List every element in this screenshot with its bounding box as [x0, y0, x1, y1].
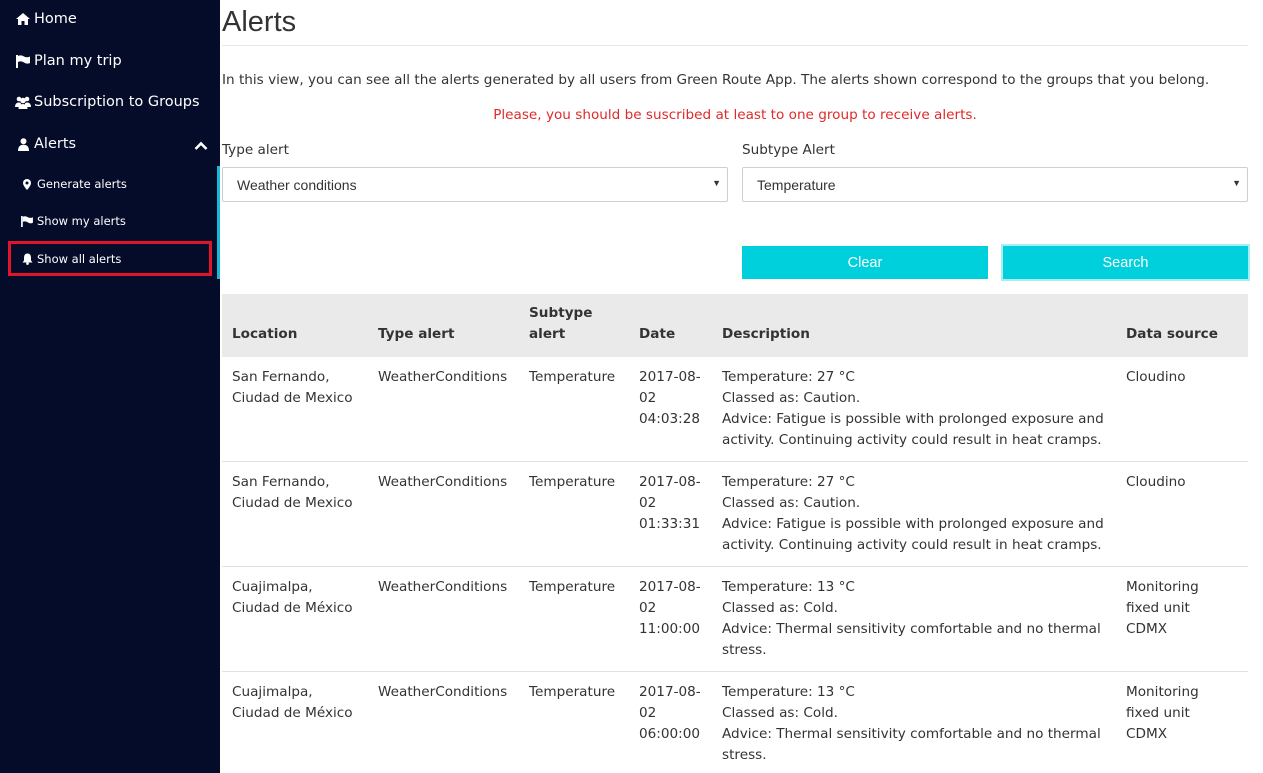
table-row: San Fernando, Ciudad de Mexico WeatherCon…	[222, 357, 1248, 462]
nav-generate-alerts-label: Generate alerts	[37, 177, 127, 191]
cell-source: Cloudino	[1126, 369, 1186, 385]
page-title: Alerts	[222, 6, 297, 38]
cell-date: 2017-08- 02 11:00:00	[639, 579, 701, 637]
cell-type: WeatherConditions	[378, 369, 508, 385]
title-divider	[222, 45, 1248, 46]
cell-type: WeatherConditions	[378, 684, 508, 700]
table-row: San Fernando, Ciudad de Mexico WeatherCon…	[222, 462, 1248, 567]
cell-subtype: Temperature	[529, 684, 616, 700]
nav-plan-trip-label: Plan my trip	[34, 53, 122, 69]
nav-alerts[interactable]: Alerts	[14, 136, 76, 152]
table-row: Cuajimalpa, Ciudad de México WeatherCondi…	[222, 567, 1248, 672]
nav-show-my-alerts[interactable]: Show my alerts	[20, 214, 126, 228]
nav-generate-alerts[interactable]: Generate alerts	[20, 177, 127, 191]
cell-date: 2017-08- 02 01:33:31	[639, 474, 701, 532]
active-item-highlight	[8, 241, 212, 276]
user-icon	[14, 137, 32, 151]
table-header: Location Type alert Subtype alert Date D…	[222, 294, 1248, 357]
cell-source: Monitoring fixed unit CDMX	[1126, 684, 1199, 742]
nav-plan-trip[interactable]: Plan my trip	[14, 53, 122, 69]
subtype-alert-select[interactable]: Temperature ▼	[742, 167, 1248, 202]
col-data-source: Data source	[1126, 326, 1218, 342]
cell-source: Monitoring fixed unit CDMX	[1126, 579, 1199, 637]
cell-subtype: Temperature	[529, 579, 616, 595]
caret-down-icon: ▼	[1232, 178, 1241, 188]
search-button[interactable]: Search	[1003, 246, 1248, 279]
subtype-alert-value: Temperature	[757, 176, 836, 193]
cell-location: Cuajimalpa, Ciudad de México	[232, 684, 353, 721]
chevron-up-icon[interactable]	[194, 136, 208, 155]
clear-button[interactable]: Clear	[742, 246, 988, 279]
intro-text: In this view, you can see all the alerts…	[222, 72, 1210, 88]
table-row: Cuajimalpa, Ciudad de México WeatherCondi…	[222, 672, 1248, 773]
cell-source: Cloudino	[1126, 474, 1186, 490]
nav-show-my-alerts-label: Show my alerts	[37, 214, 126, 228]
sidebar: Home Plan my trip Subscription to Groups…	[0, 0, 220, 773]
cell-subtype: Temperature	[529, 369, 616, 385]
nav-alerts-label: Alerts	[34, 136, 77, 152]
alerts-table: Location Type alert Subtype alert Date D…	[222, 294, 1248, 773]
col-type-alert: Type alert	[378, 326, 455, 342]
nav-home[interactable]: Home	[14, 11, 77, 27]
cell-date: 2017-08- 02 04:03:28	[639, 369, 701, 427]
cell-location: Cuajimalpa, Ciudad de México	[232, 579, 353, 616]
cell-description: Temperature: 27 °C Classed as: Caution. Ad…	[722, 369, 1104, 448]
cell-location: San Fernando, Ciudad de Mexico	[232, 474, 353, 511]
nav-subscription-label: Subscription to Groups	[34, 94, 200, 110]
subscription-warning: Please, you should be suscribed at least…	[493, 107, 977, 123]
nav-subscription[interactable]: Subscription to Groups	[14, 94, 200, 110]
subtype-alert-label: Subtype Alert	[742, 142, 835, 158]
col-location: Location	[232, 326, 298, 342]
users-icon	[14, 96, 32, 109]
flag-icon	[20, 215, 34, 227]
col-subtype-alert: Subtype alert	[529, 305, 593, 342]
flag-icon	[14, 54, 32, 68]
cell-subtype: Temperature	[529, 474, 616, 490]
cell-location: San Fernando, Ciudad de Mexico	[232, 369, 353, 406]
type-alert-label: Type alert	[222, 142, 289, 158]
type-alert-value: Weather conditions	[237, 176, 357, 193]
col-date: Date	[639, 326, 676, 342]
active-section-accent	[217, 166, 220, 279]
map-marker-icon	[20, 178, 34, 190]
type-alert-select[interactable]: Weather conditions ▼	[222, 167, 728, 202]
caret-down-icon: ▼	[712, 178, 721, 188]
cell-description: Temperature: 13 °C Classed as: Cold. Advic…	[722, 684, 1101, 763]
cell-date: 2017-08- 02 06:00:00	[639, 684, 701, 742]
nav-home-label: Home	[34, 11, 77, 27]
cell-type: WeatherConditions	[378, 474, 508, 490]
cell-description: Temperature: 27 °C Classed as: Caution. Ad…	[722, 474, 1104, 553]
home-icon	[14, 13, 32, 25]
col-description: Description	[722, 326, 810, 342]
cell-type: WeatherConditions	[378, 579, 508, 595]
cell-description: Temperature: 13 °C Classed as: Cold. Advic…	[722, 579, 1101, 658]
